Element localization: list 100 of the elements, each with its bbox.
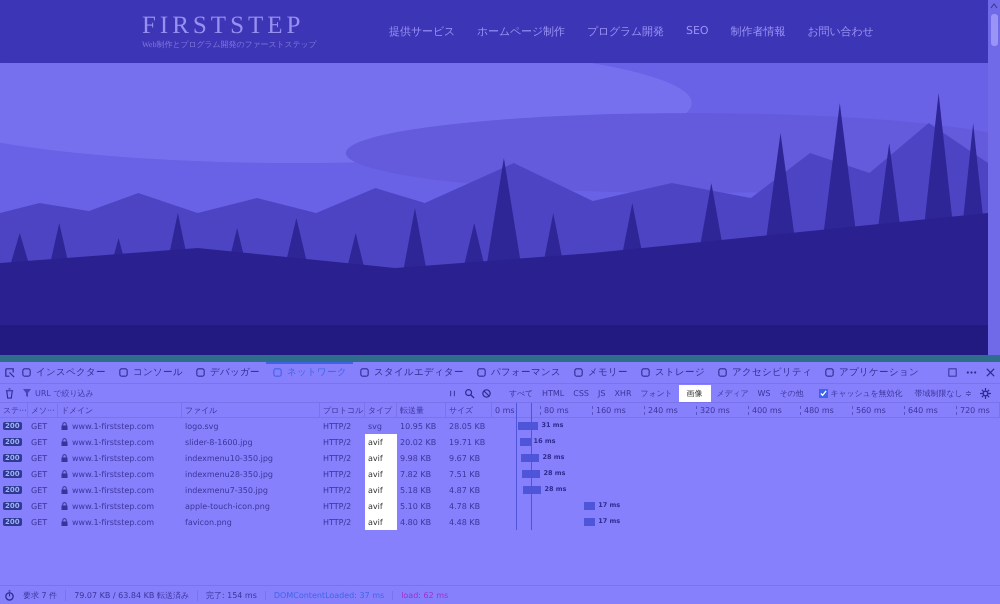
table-cell-text: GET [30, 516, 48, 528]
close-icon[interactable] [985, 367, 996, 378]
table-cell-text: favicon.png [184, 516, 233, 529]
devtools-tab[interactable]: スタイルエディター [353, 362, 470, 383]
checkbox-label: キャッシュを無効化 [830, 388, 903, 398]
timing-bar [521, 454, 540, 462]
timeline-tick: 320 ms [696, 406, 748, 414]
table-cell: avif [365, 514, 397, 530]
table-cell-text: 5.18 KB [399, 484, 432, 496]
stopwatch-icon [4, 590, 15, 600]
table-cell-text: GET [30, 484, 48, 496]
site-logo[interactable]: FIRSTSTEP [142, 13, 342, 39]
nav-link[interactable]: 制作者情報 [730, 24, 786, 39]
nav-link[interactable]: 提供サービス [389, 24, 455, 39]
tab-icon [359, 367, 370, 378]
nav-link[interactable]: SEO [686, 24, 709, 39]
table-cell: www.1-firststep.com [72, 502, 154, 510]
column-header[interactable]: 転送量 [397, 403, 446, 418]
dock-icon[interactable] [947, 367, 958, 378]
devtools-tab[interactable]: コンソール [112, 362, 189, 383]
throttle-dropdown[interactable]: 帯域制限なし ≑ [912, 388, 974, 398]
type-filter[interactable]: JS [595, 384, 608, 402]
type-filter[interactable]: XHR [611, 384, 635, 402]
lock-icon [61, 470, 68, 478]
timeline-tick: 720 ms [956, 406, 1000, 414]
timeline-tick: 0 ms [494, 406, 516, 414]
devtools-tab[interactable]: アクセシビリティ [711, 362, 818, 383]
type-filter[interactable]: WS [754, 384, 774, 402]
column-header[interactable]: ステ··· [0, 403, 28, 418]
timeline-tick: 480 ms [800, 406, 852, 414]
search-icon[interactable] [464, 388, 475, 398]
type-filter[interactable]: 画像 [678, 384, 711, 402]
nav-link[interactable]: お問い合わせ [808, 24, 874, 39]
table-cell: www.1-firststep.com [72, 454, 154, 462]
table-cell-text: GET [30, 452, 48, 464]
devtools-tab[interactable]: インスペクター [15, 362, 112, 383]
type-filter[interactable]: CSS [570, 384, 592, 402]
table-cell-text: GET [30, 468, 48, 480]
tab-icon [573, 367, 584, 378]
scroll-thumb[interactable] [990, 14, 998, 46]
table-cell-text: HTTP/2 [322, 500, 352, 512]
column-header[interactable]: ファイル [182, 403, 320, 418]
type-filter[interactable]: その他 [776, 384, 807, 402]
devtools-tab[interactable]: メモリー [567, 362, 634, 383]
nav-link[interactable]: プログラム開発 [587, 24, 664, 39]
checkbox[interactable] [818, 388, 828, 398]
scrollbar[interactable] [988, 0, 1000, 355]
filter-field[interactable]: URL で絞り込み [21, 388, 441, 398]
table-cell-text: GET [30, 420, 48, 432]
scroll-up-icon[interactable] [990, 2, 998, 10]
table-cell-text: 4.80 KB [399, 516, 432, 528]
trash-icon[interactable] [4, 388, 15, 398]
table-cell: www.1-firststep.com [72, 422, 154, 430]
column-header[interactable]: ドメイン [58, 403, 182, 418]
lock-icon [61, 454, 68, 462]
timeline-tick: 240 ms [644, 406, 696, 414]
column-header[interactable]: サイズ [446, 403, 492, 418]
lock-icon [61, 486, 68, 494]
table-cell: avif [365, 450, 397, 466]
tab-icon [195, 367, 206, 378]
table-cell-text: 7.51 KB [448, 468, 482, 480]
type-filter[interactable]: メディア [714, 384, 752, 402]
site-tagline: Web制作とプログラム開発のファーストステップ [142, 39, 318, 50]
devtools-tab[interactable]: アプリケーション [818, 362, 925, 383]
table-cell-text: 5.10 KB [399, 500, 432, 512]
transfer-summary: 79.07 KB / 63.84 KB 転送済み [65, 590, 197, 600]
type-filter[interactable]: HTML [539, 384, 568, 402]
timeline-tick: 640 ms [904, 406, 956, 414]
devtools-tab[interactable]: デバッガー [189, 362, 266, 383]
type-filter[interactable]: すべて [506, 384, 536, 402]
request-count: 要求 7 件 [22, 590, 58, 600]
table-cell-text: HTTP/2 [322, 420, 352, 432]
tab-icon [21, 367, 32, 378]
table-cell-text: apple-touch-icon.png [184, 500, 271, 513]
column-header[interactable]: タイプ [365, 403, 397, 418]
settings-icon[interactable] [980, 388, 991, 398]
tab-icon [717, 367, 728, 378]
devtools-tab[interactable]: ストレージ [634, 362, 711, 383]
timing-bar [584, 518, 596, 526]
nav-link[interactable]: ホームページ制作 [477, 24, 565, 39]
timeline-tick: 80 ms [540, 406, 592, 414]
table-cell-text: 9.98 KB [399, 452, 432, 464]
column-header[interactable]: プロトコル [320, 403, 365, 418]
timing-bar [523, 486, 542, 494]
table-cell-text: HTTP/2 [322, 452, 352, 464]
tab-icon [824, 367, 835, 378]
picker-icon[interactable] [4, 367, 15, 378]
devtools-tab[interactable]: パフォーマンス [470, 362, 567, 383]
table-cell: www.1-firststep.com [72, 438, 154, 446]
block-icon[interactable] [481, 388, 492, 398]
type-filter[interactable]: フォント [638, 384, 676, 402]
column-header[interactable]: メソ··· [28, 403, 58, 418]
table-cell: avif [365, 498, 397, 514]
table-cell-text: 4.78 KB [448, 500, 482, 512]
table-cell-text: GET [30, 500, 48, 512]
tab-icon [272, 367, 283, 378]
dom-content-loaded: DOMContentLoaded: 37 ms [264, 590, 392, 600]
table-cell-text: indexmenu10-350.jpg [184, 452, 274, 465]
table-cell-text: indexmenu7-350.jpg [184, 484, 269, 497]
table-cell-text: indexmenu28-350.jpg [184, 468, 274, 481]
